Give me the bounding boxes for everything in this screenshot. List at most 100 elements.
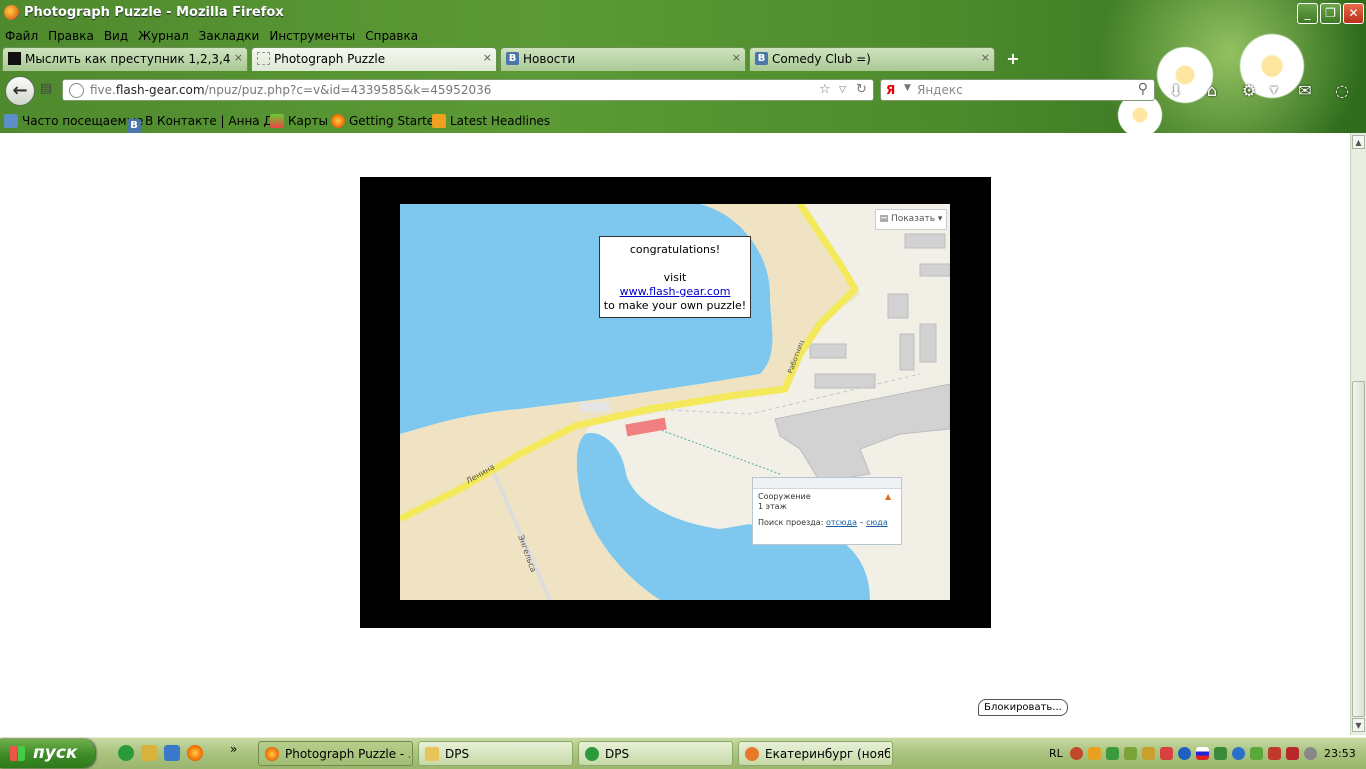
menu-bookmarks[interactable]: Закладки — [194, 27, 265, 45]
maps-icon — [270, 114, 284, 128]
bookmark-most-visited[interactable]: Часто посещаемые — [4, 114, 143, 130]
minimize-button[interactable]: _ — [1297, 3, 1318, 24]
network-icon[interactable] — [1124, 747, 1137, 760]
map-show-button[interactable]: ▤ Показать ▾ — [875, 209, 947, 230]
scroll-down-icon[interactable]: ▼ — [1352, 718, 1365, 732]
menu-edit[interactable]: Правка — [43, 27, 99, 45]
firefox-icon[interactable] — [187, 745, 203, 761]
language-indicator[interactable]: RL — [1049, 747, 1063, 760]
scroll-up-icon[interactable]: ▲ — [1352, 135, 1365, 149]
search-bar[interactable]: Я ▼ Яндекс ⚲ — [880, 79, 1155, 101]
sync-icon[interactable]: ◌ — [1333, 82, 1351, 100]
menu-tools[interactable]: Инструменты — [264, 27, 360, 45]
puzzle-frame: Ленина Энгельса Работниц ▤ Показать ▾ co… — [360, 177, 991, 628]
tab-photograph-puzzle[interactable]: Photograph Puzzle × — [251, 47, 497, 71]
url-text[interactable]: five.flash-gear.com/npuz/puz.php?c=v&id=… — [90, 83, 491, 97]
search-engine-dropdown-icon[interactable]: ▼ — [904, 83, 911, 93]
start-button[interactable]: пуск — [0, 739, 95, 768]
tab-label: Comedy Club =) — [772, 52, 871, 66]
reload-icon[interactable]: ↻ — [856, 82, 867, 97]
taskbar-item-firefox[interactable]: Photograph Puzzle - ... — [258, 741, 413, 766]
clock[interactable]: 23:53 — [1324, 747, 1356, 760]
tray-app-icon[interactable] — [1160, 747, 1173, 760]
tab-close-icon[interactable]: × — [483, 51, 492, 64]
menu-history[interactable]: Журнал — [133, 27, 194, 45]
popup-line-2: 1 этаж — [758, 502, 787, 511]
rss-icon — [432, 114, 446, 128]
tab-close-icon[interactable]: × — [732, 51, 741, 64]
menu-help[interactable]: Справка — [360, 27, 423, 45]
utorrent-icon[interactable] — [118, 745, 134, 761]
url-dropdown-icon[interactable]: ▽ — [839, 85, 846, 95]
congrats-visit: visit — [663, 271, 687, 284]
vk-icon: B — [506, 52, 519, 65]
new-tab-button[interactable]: + — [1002, 49, 1024, 69]
utorrent-icon — [585, 747, 599, 761]
bluetooth-icon[interactable] — [1178, 747, 1191, 760]
firefox-icon — [265, 747, 279, 761]
app-icon — [745, 747, 759, 761]
map-info-popup: Сооружение ▲ 1 этаж Поиск проезда: отсюд… — [752, 477, 902, 545]
tray-app-icon[interactable] — [1142, 747, 1155, 760]
popup-route: Поиск проезда: отсюда – сюда — [758, 518, 888, 527]
bookmark-vkontakte[interactable]: BВ Контакте | Анна Д... — [127, 114, 284, 133]
shield-icon[interactable] — [1106, 747, 1119, 760]
site-identity-icon[interactable] — [69, 83, 84, 98]
tray-arrow-icon[interactable] — [1070, 747, 1083, 760]
history-dropdown-icon[interactable]: ▤ — [36, 81, 56, 99]
vk-icon: B — [127, 119, 141, 133]
film-icon — [8, 52, 21, 65]
back-button[interactable]: ← — [5, 76, 35, 106]
yandex-icon[interactable]: Я — [886, 83, 900, 97]
volume-icon[interactable] — [1304, 747, 1317, 760]
tab-comedy-club[interactable]: B Comedy Club =) × — [749, 47, 995, 71]
page-content: Ленина Энгельса Работниц ▤ Показать ▾ co… — [0, 133, 1350, 735]
system-tray: RL 23:53 — [1040, 739, 1366, 768]
close-window-button[interactable]: ✕ — [1343, 3, 1364, 24]
route-from-link[interactable]: отсюда — [826, 518, 857, 527]
address-bar[interactable]: five.flash-gear.com/npuz/puz.php?c=v&id=… — [62, 79, 874, 101]
vertical-scrollbar[interactable]: ▲ ▼ — [1350, 133, 1366, 735]
tray-app-icon[interactable] — [1088, 747, 1101, 760]
tab-strip: Мыслить как преступник 1,2,3,4,5,6,7... … — [0, 47, 1030, 71]
quicklaunch-tool-icon[interactable] — [141, 745, 157, 761]
addon-icon[interactable]: ⚙ — [1240, 82, 1258, 100]
congrats-tail: to make your own puzzle! — [603, 299, 747, 312]
mail-icon[interactable]: ✉ — [1296, 82, 1314, 100]
taskbar-item-dps-folder[interactable]: DPS — [418, 741, 573, 766]
maximize-button[interactable]: ❐ — [1320, 3, 1341, 24]
quicklaunch-app-icon[interactable] — [164, 745, 180, 761]
flash-gear-link[interactable]: www.flash-gear.com — [620, 285, 731, 298]
bookmark-maps[interactable]: Карты — [270, 114, 328, 130]
tray-app-icon[interactable] — [1286, 747, 1299, 760]
skype-icon[interactable] — [1232, 747, 1245, 760]
quicklaunch-overflow-icon[interactable]: » — [230, 742, 246, 758]
bookmark-getting-started[interactable]: Getting Started — [331, 114, 442, 130]
download-icon[interactable]: ⬇ — [1167, 82, 1185, 100]
layers-icon: ▤ — [879, 214, 891, 224]
block-button[interactable]: Блокировать... — [978, 699, 1068, 716]
tray-app-icon[interactable] — [1214, 747, 1227, 760]
tray-app-icon[interactable] — [1268, 747, 1281, 760]
addon-dropdown-icon[interactable]: ▼ — [1265, 82, 1283, 100]
puzzle-map-image[interactable]: Ленина Энгельса Работниц ▤ Показать ▾ co… — [400, 204, 950, 600]
tab-close-icon[interactable]: × — [981, 51, 990, 64]
route-to-link[interactable]: сюда — [866, 518, 888, 527]
scroll-thumb[interactable] — [1352, 381, 1365, 717]
bookmark-latest-headlines[interactable]: Latest Headlines — [432, 114, 550, 130]
menu-view[interactable]: Вид — [99, 27, 133, 45]
search-icon[interactable]: ⚲ — [1138, 81, 1148, 97]
bookmark-star-icon[interactable]: ☆ — [819, 82, 831, 97]
tab-label: Новости — [523, 52, 576, 66]
home-icon[interactable]: ⌂ — [1203, 82, 1221, 100]
congrats-title: congratulations! — [629, 243, 721, 256]
tab-criminal-minds[interactable]: Мыслить как преступник 1,2,3,4,5,6,7... … — [2, 47, 248, 71]
taskbar-item-dps-torrent[interactable]: DPS — [578, 741, 733, 766]
tray-app-icon[interactable] — [1250, 747, 1263, 760]
tab-news[interactable]: B Новости × — [500, 47, 746, 71]
russian-flag-icon[interactable] — [1196, 747, 1209, 760]
menu-file[interactable]: Файл — [0, 27, 43, 45]
search-input[interactable]: Яндекс — [917, 83, 963, 97]
taskbar-item-ekaterinburg[interactable]: Екатеринбург (нояб... — [738, 741, 893, 766]
tab-close-icon[interactable]: × — [234, 51, 243, 64]
